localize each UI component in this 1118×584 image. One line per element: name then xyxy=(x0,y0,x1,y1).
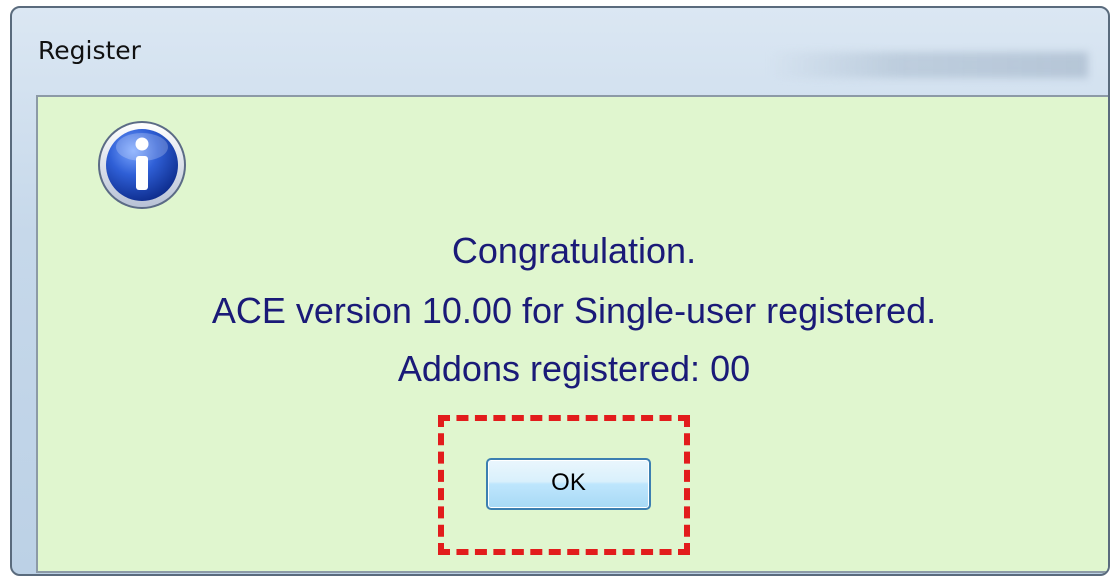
message-line-version: ACE version 10.00 for Single-user regist… xyxy=(211,290,937,331)
ok-button[interactable]: OK xyxy=(486,458,651,510)
info-icon xyxy=(98,121,186,209)
message-line-congratulation: Congratulation. xyxy=(451,230,697,271)
message-line-addons: Addons registered: 00 xyxy=(397,348,751,389)
window-title: Register xyxy=(38,36,141,65)
register-dialog-window: Register Congratulation. ACE version 10.… xyxy=(10,6,1110,576)
blurred-title-bar-controls xyxy=(768,52,1088,78)
title-bar[interactable]: Register xyxy=(12,8,1108,92)
dialog-client-area: Congratulation. ACE version 10.00 for Si… xyxy=(36,95,1108,573)
